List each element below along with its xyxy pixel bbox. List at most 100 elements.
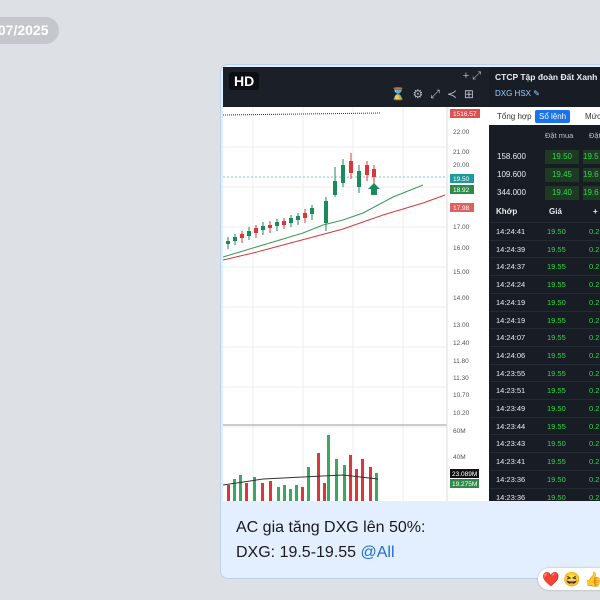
trade-row: 14:23:43 19.50 0.2 [489,434,600,453]
trade-price: 19.55 [547,262,566,272]
trade-row: 14:24:19 19.55 0.2 [489,310,600,330]
chart-toolbar: HD + ⤢ ⌛⚙⤢≺⊞ [223,67,489,107]
edit-icon[interactable]: ✎ [533,89,540,98]
trade-time: 14:24:37 [496,262,526,272]
trade-change: 0.2 [589,297,600,307]
trade-time: 14:23:43 [496,439,526,449]
trade-change: 0.2 [589,457,600,467]
trade-price: 19.50 [547,404,566,413]
axis-tick: 21.00 [453,149,470,156]
laugh-reaction-icon[interactable]: 😆 [563,571,580,587]
trade-change: 0.2 [589,439,600,449]
hd-badge: HD [229,72,260,90]
trade-change: 0.2 [589,333,600,343]
orderbook-volume: 109.600 [497,170,526,179]
stock-panel: CTCP Tập đoàn Đất Xanh DXG HSX ✎ Tổng hợ… [489,67,600,501]
chart-svg: 1516.57 22.00 21.00 20.00 19.50 18.92 17… [223,107,480,501]
reaction-bar[interactable]: ❤️ 😆 👍 [538,568,600,590]
thumbs-up-reaction-icon[interactable]: 👍 [585,571,600,587]
axis-tick: 12.40 [453,340,470,347]
tab-muc[interactable]: Mức [581,110,600,123]
trade-change: 0.2 [589,492,600,502]
message-line-2: DXG: 19.5-19.55 @All [236,540,425,565]
axis-tick: 10.20 [453,410,470,417]
trade-change: 0.2 [589,350,600,360]
volume-axis-tick: 40M [453,454,466,461]
trade-row: 14:23:44 19.55 0.2 [489,416,600,436]
company-name: CTCP Tập đoàn Đất Xanh [495,72,598,82]
trade-change: 0.2 [589,315,600,325]
last-price-tag: 19.50 [453,176,470,183]
volume-axis-tick: 60M [453,428,466,435]
trade-time: 14:24:39 [496,244,526,254]
axis-tick: 15.00 [453,269,470,276]
trade-price: 19.50 [547,492,566,502]
expand-icon[interactable]: + ⤢ [463,70,481,83]
axis-tick: 14.00 [453,295,470,302]
ma-tag: 17.98 [453,205,470,212]
trades-header-price: Giá [549,207,562,216]
trade-change: 0.2 [589,227,600,236]
trade-change: 0.2 [589,386,600,396]
orderbook-header-bid: Đặt mua [545,131,574,140]
orderbook-bid-price: 19.50 [545,150,579,164]
heart-reaction-icon[interactable]: ❤️ [542,571,559,587]
trade-price: 19.50 [547,439,566,449]
trade-price: 19.55 [547,457,566,467]
orderbook-row: 109.600 19.45 19.6 [489,167,600,184]
orderbook-volume: 344.000 [497,188,526,197]
mention-all-link[interactable]: @All [361,544,395,561]
orderbook-row: 158.600 19.50 19.5 [489,149,600,166]
orderbook-ask-price: 19.6 [583,186,600,200]
trade-time: 14:24:19 [496,315,526,325]
trade-price: 19.50 [547,227,566,236]
trade-row: 14:24:19 19.50 0.2 [489,292,600,312]
axis-tick: 13.00 [453,322,470,329]
trade-row: 14:23:41 19.55 0.2 [489,452,600,471]
orderbook-ask-price: 19.6 [583,168,600,182]
trade-time: 14:24:41 [496,227,526,236]
attached-screenshot[interactable]: HD + ⤢ ⌛⚙⤢≺⊞ 1516.57 22.00 21.00 20.00 1… [223,67,600,501]
trade-change: 0.2 [589,404,600,413]
orderbook-header-ask: Đặt [589,131,600,140]
tab-so-lenh[interactable]: Sổ lệnh [535,110,571,123]
trades-header-time: Khớp [496,207,518,216]
trade-row: 14:24:24 19.55 0.2 [489,275,600,294]
price-chart: 1516.57 22.00 21.00 20.00 19.50 18.92 17… [223,107,489,501]
trade-row: 14:24:37 19.55 0.2 [489,257,600,276]
volume-tag: 19.275M [452,481,477,488]
message-text: AC gia tăng DXG lên 50%: DXG: 19.5-19.55… [236,515,425,565]
trade-price: 19.55 [547,333,566,343]
orderbook-row: 344.000 19.40 19.6 [489,185,600,202]
trade-row: 14:24:06 19.55 0.2 [489,345,600,365]
trade-time: 14:24:07 [496,333,526,343]
trade-time: 14:23:49 [496,404,526,413]
message-prices: DXG: 19.5-19.55 [236,544,361,561]
trade-time: 14:23:36 [496,492,526,502]
chart-tools-icons[interactable]: ⌛⚙⤢≺⊞ [391,87,481,102]
trade-time: 14:23:41 [496,457,526,467]
ticker-label[interactable]: DXG HSX ✎ [495,89,540,98]
trade-price: 19.55 [547,315,566,325]
trade-row: 14:23:36 19.50 0.2 [489,487,600,502]
orderbook-bid-price: 19.45 [545,168,579,182]
tab-tong-hop[interactable]: Tổng hợp [493,110,536,123]
trade-time: 14:23:44 [496,421,526,431]
trades-header-change: + [593,207,598,216]
trade-change: 0.2 [589,244,600,254]
orderbook-ask-price: 19.5 [583,150,600,164]
index-tag: 1516.57 [453,111,477,118]
axis-tick: 11.80 [453,358,469,365]
trade-price: 19.55 [547,386,566,396]
orderbook-volume: 158.600 [497,152,526,161]
trade-time: 14:24:06 [496,350,526,360]
trade-change: 0.2 [589,368,600,378]
trade-row: 14:23:51 19.55 0.2 [489,381,600,400]
axis-tick: 16.00 [453,245,470,252]
message-bubble[interactable]: HD + ⤢ ⌛⚙⤢≺⊞ 1516.57 22.00 21.00 20.00 1… [220,64,600,579]
axis-tick: 10.70 [453,392,470,399]
axis-tick: 11.30 [453,375,469,382]
trade-row: 14:23:49 19.50 0.2 [489,399,600,418]
trade-row: 14:23:55 19.55 0.2 [489,363,600,383]
trade-price: 19.50 [547,474,566,484]
